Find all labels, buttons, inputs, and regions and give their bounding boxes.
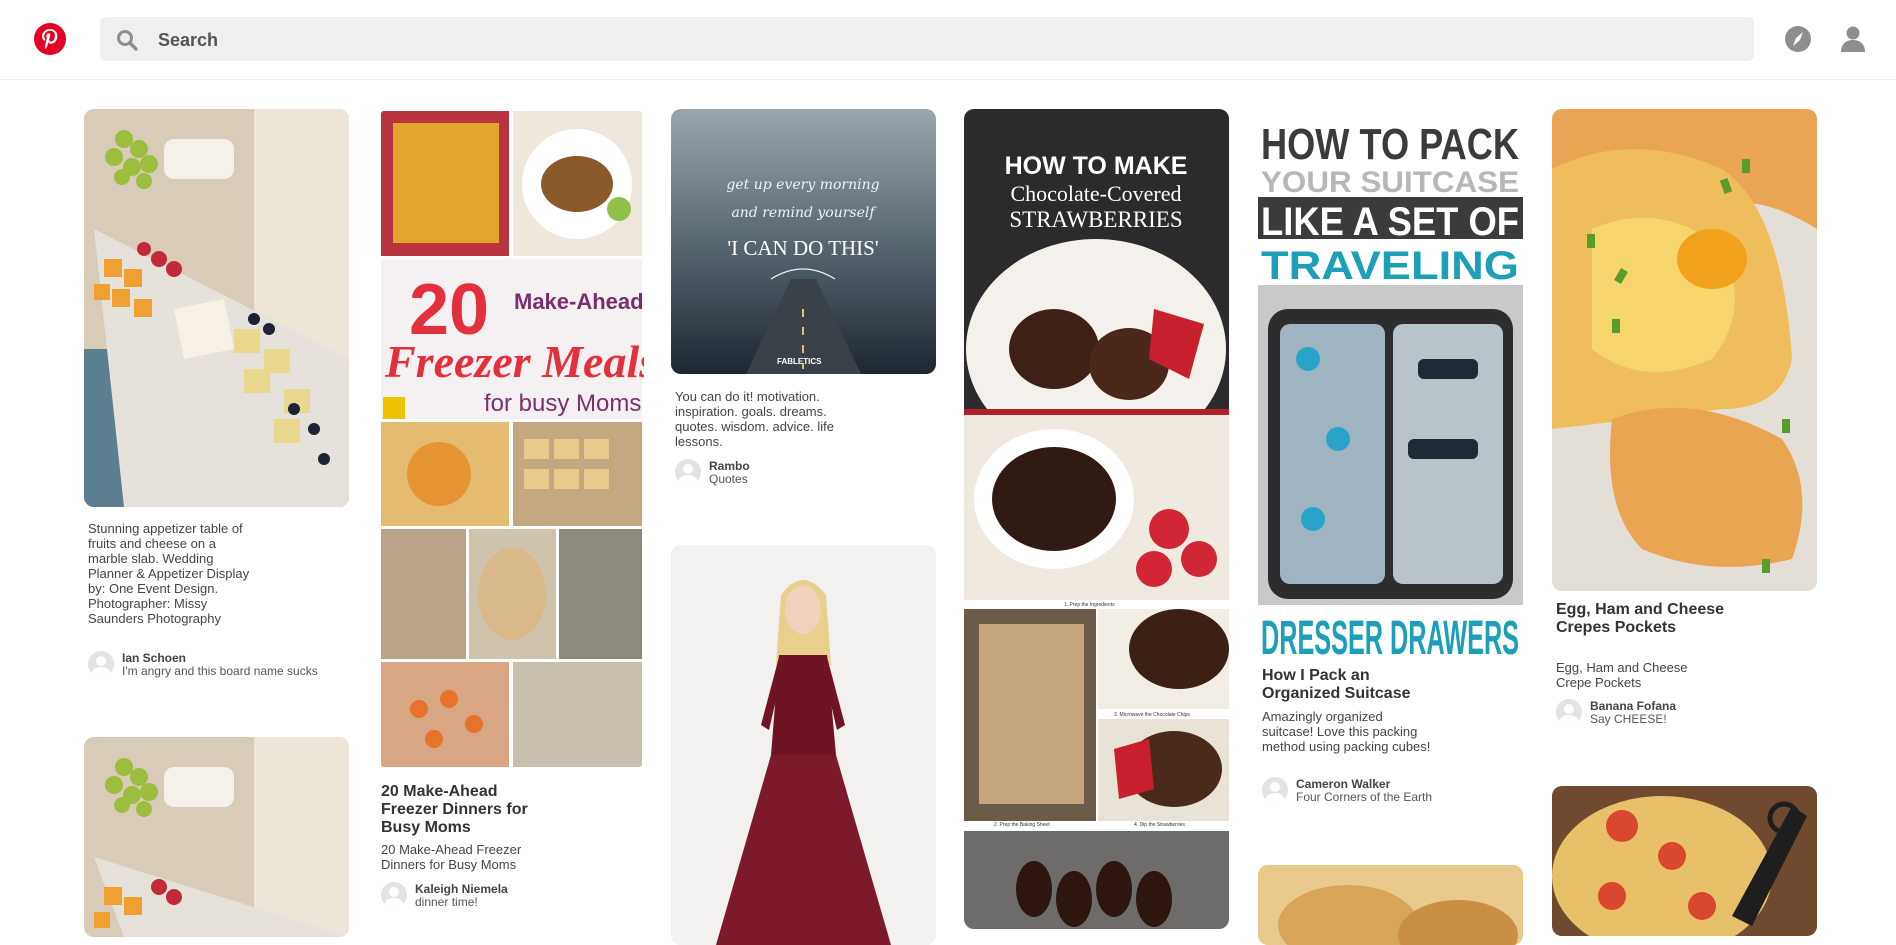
pin-description: Egg, Ham and Cheese Crepe Pockets: [1556, 660, 1688, 690]
pin-user[interactable]: Rambo Quotes: [675, 457, 915, 487]
choc-step1: 1. Prep the Ingredients: [1064, 602, 1115, 608]
avatar: [675, 459, 701, 485]
pin-user[interactable]: Banana Fofana Say CHEESE!: [1556, 697, 1796, 727]
pin-image-freezer-meals[interactable]: 20 Make-Ahead Freezer Meals for busy Mom…: [379, 109, 644, 769]
search-input[interactable]: [156, 23, 1720, 57]
suitcase-line5: DRESSER DRAWERS: [1261, 612, 1519, 659]
pin-title[interactable]: How I Pack an Organized Suitcase: [1262, 667, 1432, 703]
pin-description: Stunning appetizer table of fruits and c…: [88, 521, 250, 626]
user-name: Ian Schoen: [122, 651, 187, 665]
pin-image-suitcase-packing[interactable]: HOW TO PACK YOUR SUITCASE LIKE A SET OF …: [1258, 109, 1523, 659]
board-name: Quotes: [709, 472, 748, 486]
search-icon: [116, 29, 138, 51]
quote-main: 'I CAN DO THIS': [727, 236, 878, 260]
quote-script-line2: and remind yourself: [731, 205, 877, 221]
choc-step4: 4. Dip the Strawberries: [1134, 822, 1185, 828]
pin-description: You can do it! motivation. inspiration. …: [675, 389, 834, 449]
board-name: dinner time!: [415, 895, 478, 909]
pin-image-pizza[interactable]: [1552, 786, 1817, 936]
pin-description: 20 Make-Ahead Freezer Dinners for Busy M…: [381, 842, 522, 872]
pin-image-appetizer-table[interactable]: [84, 109, 349, 507]
pin-image-motivation-quote[interactable]: get up every morning and remind yourself…: [671, 109, 936, 374]
avatar: [1262, 777, 1288, 803]
suitcase-line2: YOUR SUITCASE: [1261, 166, 1519, 199]
pin-image-chocolate-strawberries[interactable]: HOW TO MAKE Chocolate-Covered STRAWBERRI…: [964, 109, 1229, 929]
top-bar: [0, 0, 1896, 80]
choc-step2: 2. Prep the Baking Sheet: [994, 822, 1050, 828]
quote-brand: FABLETICS: [777, 357, 822, 366]
pin-image-next[interactable]: [1258, 865, 1523, 945]
suitcase-line1: HOW TO PACK: [1261, 120, 1519, 169]
suitcase-line3: LIKE A SET OF: [1261, 200, 1519, 244]
pinterest-logo-icon[interactable]: [33, 22, 67, 56]
choc-line3: STRAWBERRIES: [1009, 207, 1182, 232]
board-name: I'm angry and this board name sucks: [122, 664, 318, 678]
user-name: Kaleigh Niemela: [415, 882, 508, 896]
pin-image-appetizer-table-repeat[interactable]: [84, 737, 349, 937]
user-name: Banana Fofana: [1590, 699, 1677, 713]
choc-line1: HOW TO MAKE: [1005, 152, 1188, 180]
choc-step3: 3. Microwave the Chocolate Chips: [1114, 712, 1190, 718]
freezer-line2: Freezer Meals: [384, 336, 644, 387]
freezer-line1: Make-Ahead: [514, 289, 644, 314]
board-name: Say CHEESE!: [1590, 712, 1667, 726]
avatar: [88, 651, 114, 677]
search-bar[interactable]: [100, 17, 1754, 61]
pin-description: Amazingly organized suitcase! Love this …: [1262, 709, 1431, 754]
user-name: Cameron Walker: [1296, 777, 1391, 791]
pin-image-red-lace-dress[interactable]: [671, 545, 936, 945]
pin-user[interactable]: Cameron Walker Four Corners of the Earth: [1262, 775, 1502, 805]
pin-image-crepe-pockets[interactable]: [1552, 109, 1817, 591]
pin-user[interactable]: Ian Schoen I'm angry and this board name…: [88, 649, 328, 679]
compass-icon[interactable]: [1783, 24, 1813, 54]
suitcase-line4: TRAVELING: [1261, 244, 1519, 288]
profile-icon[interactable]: [1838, 24, 1868, 54]
avatar: [381, 882, 407, 908]
pin-user[interactable]: Kaleigh Niemela dinner time!: [381, 880, 621, 910]
avatar: [1556, 699, 1582, 725]
user-name: Rambo: [709, 459, 750, 473]
board-name: Four Corners of the Earth: [1296, 790, 1433, 804]
freezer-line3: for busy Moms: [484, 390, 641, 417]
choc-line2: Chocolate-Covered: [1010, 181, 1181, 206]
quote-script-line1: get up every morning: [726, 177, 879, 193]
pin-title[interactable]: Egg, Ham and Cheese Crepes Pockets: [1556, 601, 1726, 637]
pin-title[interactable]: 20 Make-Ahead Freezer Dinners for Busy M…: [381, 783, 551, 837]
